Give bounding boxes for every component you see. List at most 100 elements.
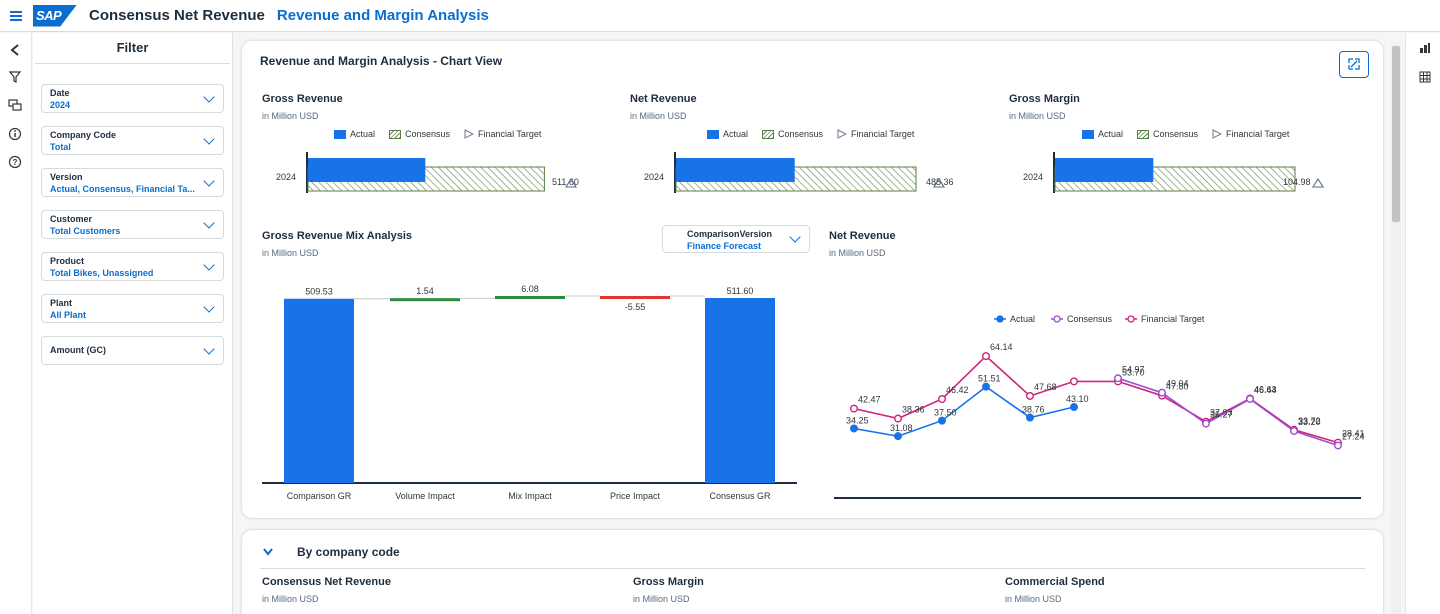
series-line	[853, 355, 1339, 444]
waterfall-category-label: Price Impact	[610, 491, 661, 501]
scrollbar[interactable]	[1391, 42, 1401, 614]
filter-icon[interactable]	[8, 70, 22, 84]
bullet-year: 2024	[276, 172, 296, 182]
filter-version[interactable]: Version Actual, Consensus, Financial Ta.…	[41, 168, 224, 197]
bullet-data-label: 104.98	[1283, 177, 1311, 187]
bullet-actual-bar	[676, 158, 795, 182]
filter-company-code[interactable]: Company Code Total	[41, 126, 224, 155]
section-title: By company code	[297, 545, 400, 559]
bullet-legend: Actual Consensus Financial Target	[334, 129, 549, 139]
waterfall-bar	[705, 298, 775, 483]
filter-product[interactable]: Product Total Bikes, Unassigned	[41, 252, 224, 281]
legend-swatch	[762, 129, 775, 139]
filter-label: Plant	[50, 298, 73, 308]
waterfall-bar	[495, 295, 565, 299]
filter-title: Filter	[35, 33, 230, 64]
filter-customer[interactable]: Customer Total Customers	[41, 210, 224, 239]
bullet-chart-gross-margin: 2024 104.98	[1023, 152, 1324, 193]
info-icon[interactable]	[8, 127, 22, 141]
filter-panel: Filter Date 2024 Company Code Total Vers…	[33, 33, 233, 614]
waterfall-data-label: -5.55	[625, 302, 646, 312]
triangle-icon	[464, 129, 475, 139]
app-title: Consensus Net Revenue	[89, 7, 265, 24]
series-point	[893, 414, 902, 423]
legend-label: Actual	[1098, 129, 1124, 139]
waterfall-data-label: 6.08	[521, 284, 539, 294]
legend-swatch	[389, 129, 402, 139]
legend-label: Financial Target	[1141, 314, 1205, 324]
legend-consensus[interactable]: Consensus	[762, 129, 823, 139]
app-subtitle[interactable]: Revenue and Margin Analysis	[277, 7, 489, 24]
series-point	[893, 432, 902, 441]
right-rail	[1405, 33, 1440, 614]
line-chart-unit: in Million USD	[829, 248, 886, 258]
chevron-down-icon[interactable]	[789, 231, 801, 243]
legend-target[interactable]: Financial Target	[837, 129, 914, 139]
shell-bar: SAP Consensus Net Revenue Revenue and Ma…	[0, 0, 1440, 32]
point-label: 46.42	[946, 385, 969, 395]
waterfall-data-label: 1.54	[416, 286, 434, 296]
series-point	[1158, 388, 1167, 397]
waterfall-unit: in Million USD	[262, 248, 319, 258]
section-chart-unit: in Million USD	[1005, 594, 1062, 604]
point-label: 36.27	[1210, 410, 1233, 420]
legend-swatch	[334, 129, 346, 139]
comments-icon[interactable]	[8, 98, 22, 112]
chevron-down-icon[interactable]	[262, 547, 274, 557]
filter-label: Version	[50, 172, 83, 182]
filter-label: Product	[50, 256, 85, 266]
legend-label: Actual	[723, 129, 749, 139]
bullet-title-gross-margin: Gross Margin	[1009, 93, 1080, 105]
expand-button[interactable]	[1339, 51, 1369, 78]
dropdown-label: ComparisonVersion	[687, 229, 773, 239]
waterfall-bar	[600, 295, 670, 299]
series-point	[850, 424, 859, 433]
scroll-thumb[interactable]	[1392, 46, 1400, 222]
point-label: 42.47	[858, 395, 881, 405]
legend-actual[interactable]: Actual	[1082, 129, 1123, 139]
point-label: 47.68	[1034, 382, 1057, 392]
filter-value: Total	[50, 142, 71, 152]
filter-label: Company Code	[50, 130, 117, 140]
waterfall-chart: 509.53 Comparison GR 1.54 Volume Impact 6.08…	[262, 284, 797, 501]
filter-date[interactable]: Date 2024	[41, 84, 224, 113]
triangle-icon	[1212, 129, 1223, 139]
legend-target[interactable]: Financial Target	[464, 129, 541, 139]
comparison-version-dropdown[interactable]: ComparisonVersion Finance Forecast	[662, 225, 810, 253]
filter-amount[interactable]: Amount (GC)	[41, 336, 224, 365]
legend-label: Consensus	[1067, 314, 1113, 324]
table-icon[interactable]	[1419, 71, 1431, 83]
series-point	[981, 382, 990, 391]
legend-consensus[interactable]: Consensus	[389, 129, 450, 139]
waterfall-title: Gross Revenue Mix Analysis	[262, 230, 412, 242]
filter-value: Actual, Consensus, Financial Ta...	[50, 184, 195, 194]
legend-swatch	[1137, 129, 1150, 139]
section-chart-title: Gross Margin	[633, 576, 704, 588]
point-label: 49.04	[1166, 379, 1189, 389]
point-label: 54.97	[1122, 364, 1145, 374]
filter-label: Amount (GC)	[50, 345, 106, 355]
bullet-unit: in Million USD	[262, 111, 319, 121]
point-label: 38.36	[902, 405, 925, 415]
chevron-left-icon[interactable]	[8, 43, 22, 57]
series-point	[1202, 419, 1211, 428]
legend-consensus[interactable]: Consensus	[1137, 129, 1198, 139]
chart-view-card: Revenue and Margin Analysis - Chart View…	[242, 41, 1383, 518]
filter-value: Total Bikes, Unassigned	[50, 268, 154, 278]
help-icon[interactable]: ?	[8, 155, 22, 169]
left-rail: ?	[0, 33, 32, 614]
legend-actual[interactable]: Actual	[707, 129, 748, 139]
chart-icon[interactable]	[1419, 42, 1431, 54]
legend-swatch	[707, 129, 719, 139]
filter-plant[interactable]: Plant All Plant	[41, 294, 224, 323]
menu-icon[interactable]	[10, 10, 22, 21]
bullet-title-net-revenue: Net Revenue	[630, 93, 697, 105]
series-point	[937, 416, 946, 425]
point-label: 27.24	[1342, 431, 1365, 441]
point-label: 31.08	[890, 423, 913, 433]
point-label: 51.51	[978, 374, 1001, 384]
legend-actual[interactable]: Actual	[334, 129, 375, 139]
sap-logo[interactable]: SAP	[33, 4, 77, 27]
legend-swatch	[1082, 129, 1094, 139]
legend-target[interactable]: Financial Target	[1212, 129, 1289, 139]
